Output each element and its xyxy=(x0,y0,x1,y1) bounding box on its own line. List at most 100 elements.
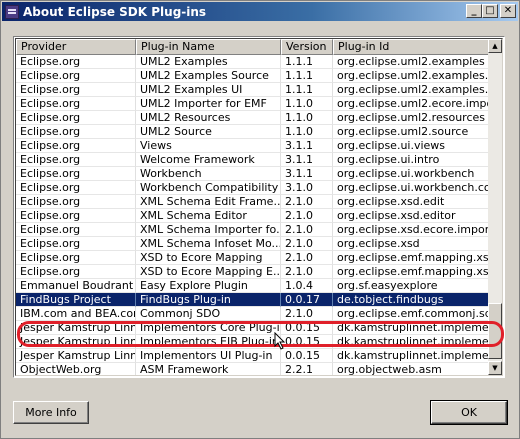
cell-plugin-name: UML2 Importer for EMF xyxy=(136,97,281,111)
column-header-plugin-id[interactable]: Plug-in Id xyxy=(333,39,491,55)
cell-provider: Eclipse.org xyxy=(16,237,136,251)
scrollbar-thumb[interactable] xyxy=(488,303,502,359)
cell-plugin-name: UML2 Resources xyxy=(136,111,281,125)
cell-plugin-id: org.eclipse.emf.mapping.xs... xyxy=(333,251,491,265)
cell-plugin-id: org.eclipse.xsd.ecore.impor... xyxy=(333,223,491,237)
cell-provider: Eclipse.org xyxy=(16,97,136,111)
title-bar[interactable]: About Eclipse SDK Plug-ins _ □ ✕ xyxy=(2,2,518,21)
cell-provider: Jesper Kamstrup Linnet xyxy=(16,321,136,335)
cell-provider: Emmanuel Boudrant xyxy=(16,279,136,293)
cell-version: 2.1.0 xyxy=(281,223,333,237)
cell-provider: Eclipse.org xyxy=(16,209,136,223)
table-row[interactable]: Eclipse.org UML2 Importer for EMF 1.1.0 org… xyxy=(16,97,491,111)
cell-version: 2.1.0 xyxy=(281,265,333,279)
cell-version: 1.1.1 xyxy=(281,55,333,69)
cell-version: 2.1.0 xyxy=(281,209,333,223)
cell-version: 1.1.0 xyxy=(281,125,333,139)
cell-provider: Eclipse.org xyxy=(16,265,136,279)
table-row[interactable]: Eclipse.org XML Schema Importer fo... 2.1.… xyxy=(16,223,491,237)
table-row-selected[interactable]: FindBugs Project FindBugs Plug-in 0.0.17 de… xyxy=(16,293,491,307)
cell-plugin-name: Workbench xyxy=(136,167,281,181)
table-row[interactable]: Eclipse.org UML2 Examples 1.1.1 org.eclipse… xyxy=(16,55,491,69)
cell-version: 0.0.17 xyxy=(281,293,333,307)
cell-version: 1.1.0 xyxy=(281,111,333,125)
cell-plugin-name: XML Schema Edit Frame... xyxy=(136,195,281,209)
cell-version: 3.1.1 xyxy=(281,139,333,153)
table-row[interactable]: Jesper Kamstrup Linnet Implementors UI Pl… xyxy=(16,349,491,363)
cell-version: 2.1.0 xyxy=(281,237,333,251)
cell-version: 0.0.15 xyxy=(281,349,333,363)
cell-version: 1.1.1 xyxy=(281,83,333,97)
cell-provider: Eclipse.org xyxy=(16,139,136,153)
cell-plugin-name: UML2 Source xyxy=(136,125,281,139)
cell-plugin-id: org.eclipse.uml2.examples xyxy=(333,55,491,69)
cell-plugin-id: org.eclipse.emf.mapping.xs... xyxy=(333,265,491,279)
table-row[interactable]: Eclipse.org Welcome Framework 3.1.1 org.ecl… xyxy=(16,153,491,167)
cell-plugin-name: Implementors UI Plug-in xyxy=(136,349,281,363)
column-header-provider[interactable]: Provider xyxy=(16,39,136,55)
cell-provider: Jesper Kamstrup Linnet xyxy=(16,335,136,349)
table-row[interactable]: Jesper Kamstrup Linnet Implementors EJB P… xyxy=(16,335,491,349)
ok-button[interactable]: OK xyxy=(431,401,507,424)
cell-plugin-id: org.objectweb.asm xyxy=(333,363,491,375)
about-plugins-dialog: About Eclipse SDK Plug-ins _ □ ✕ Provide… xyxy=(0,0,520,439)
cell-plugin-name: UML2 Examples Source xyxy=(136,69,281,83)
table-row[interactable]: ObjectWeb.org ASM Framework 2.2.1 org.objec… xyxy=(16,363,491,375)
table-row[interactable]: Emmanuel Boudrant Easy Explore Plugin 1.0.… xyxy=(16,279,491,293)
column-header-version[interactable]: Version xyxy=(281,39,333,55)
cell-version: 2.1.0 xyxy=(281,195,333,209)
vertical-scrollbar[interactable]: ▲ ▼ xyxy=(488,39,502,375)
table-row[interactable]: Eclipse.org UML2 Examples UI 1.1.1 org.ecli… xyxy=(16,83,491,97)
cell-plugin-id: org.eclipse.emf.commonj.sdo xyxy=(333,307,491,321)
cell-plugin-id: org.eclipse.uml2.examples.... xyxy=(333,69,491,83)
eclipse-window-icon xyxy=(5,4,19,19)
table-row[interactable]: Eclipse.org XSD to Ecore Mapping E... 2.1.… xyxy=(16,265,491,279)
table-row[interactable]: Eclipse.org XML Schema Editor 2.1.0 org.ecl… xyxy=(16,209,491,223)
table-row[interactable]: Eclipse.org Views 3.1.1 org.eclipse.ui.view… xyxy=(16,139,491,153)
cell-plugin-id: org.eclipse.ui.views xyxy=(333,139,491,153)
table-row[interactable]: Eclipse.org Workbench 3.1.1 org.eclipse.ui.… xyxy=(16,167,491,181)
table-row[interactable]: Eclipse.org UML2 Examples Source 1.1.1 org.… xyxy=(16,69,491,83)
cell-plugin-name: XML Schema Infoset Mo... xyxy=(136,237,281,251)
scroll-down-arrow-icon[interactable]: ▼ xyxy=(488,361,502,375)
cell-plugin-id: dk.kamstruplinnet.implemen... xyxy=(333,321,491,335)
plugins-table-inner: Provider Plug-in Name Version Plug-in Id… xyxy=(15,38,503,376)
cell-plugin-name: Views xyxy=(136,139,281,153)
table-row[interactable]: Eclipse.org XML Schema Infoset Mo... 2.1.0… xyxy=(16,237,491,251)
cell-version: 3.1.0 xyxy=(281,181,333,195)
cell-plugin-id: org.eclipse.uml2.resources xyxy=(333,111,491,125)
cell-plugin-name: ASM Framework xyxy=(136,363,281,375)
cell-provider: ObjectWeb.org xyxy=(16,363,136,375)
cell-plugin-id: org.eclipse.uml2.source xyxy=(333,125,491,139)
window-controls: _ □ ✕ xyxy=(466,4,516,18)
more-info-button[interactable]: More Info xyxy=(13,401,89,424)
table-row[interactable]: Jesper Kamstrup Linnet Implementors Core … xyxy=(16,321,491,335)
cell-provider: Eclipse.org xyxy=(16,251,136,265)
close-button[interactable]: ✕ xyxy=(500,4,516,18)
cell-plugin-id: dk.kamstruplinnet.implemen... xyxy=(333,335,491,349)
cell-plugin-name: XSD to Ecore Mapping xyxy=(136,251,281,265)
cell-plugin-id: org.eclipse.ui.intro xyxy=(333,153,491,167)
table-row[interactable]: Eclipse.org Workbench Compatibility 3.1.0 o… xyxy=(16,181,491,195)
cell-plugin-id: dk.kamstruplinnet.implemen... xyxy=(333,349,491,363)
table-row[interactable]: IBM.com and BEA.com Commonj SDO 2.1.0 org.e… xyxy=(16,307,491,321)
cell-version: 3.1.1 xyxy=(281,153,333,167)
cell-plugin-id: org.eclipse.uml2.examples.ui xyxy=(333,83,491,97)
cell-version: 0.0.15 xyxy=(281,321,333,335)
cell-plugin-name: Easy Explore Plugin xyxy=(136,279,281,293)
minimize-button[interactable]: _ xyxy=(466,4,482,18)
table-row[interactable]: Eclipse.org XSD to Ecore Mapping 2.1.0 org.… xyxy=(16,251,491,265)
maximize-button[interactable]: □ xyxy=(482,4,498,18)
scroll-up-arrow-icon[interactable]: ▲ xyxy=(488,39,502,53)
column-header-plugin-name[interactable]: Plug-in Name xyxy=(136,39,281,55)
cell-provider: Eclipse.org xyxy=(16,125,136,139)
table-row[interactable]: Eclipse.org UML2 Resources 1.1.0 org.eclips… xyxy=(16,111,491,125)
cell-version: 2.1.0 xyxy=(281,307,333,321)
cell-provider: Eclipse.org xyxy=(16,195,136,209)
cell-provider: Jesper Kamstrup Linnet xyxy=(16,349,136,363)
cell-version: 1.1.0 xyxy=(281,97,333,111)
cell-provider: Eclipse.org xyxy=(16,111,136,125)
cell-plugin-name: XML Schema Editor xyxy=(136,209,281,223)
table-row[interactable]: Eclipse.org XML Schema Edit Frame... 2.1.0… xyxy=(16,195,491,209)
table-row[interactable]: Eclipse.org UML2 Source 1.1.0 org.eclipse.u… xyxy=(16,125,491,139)
